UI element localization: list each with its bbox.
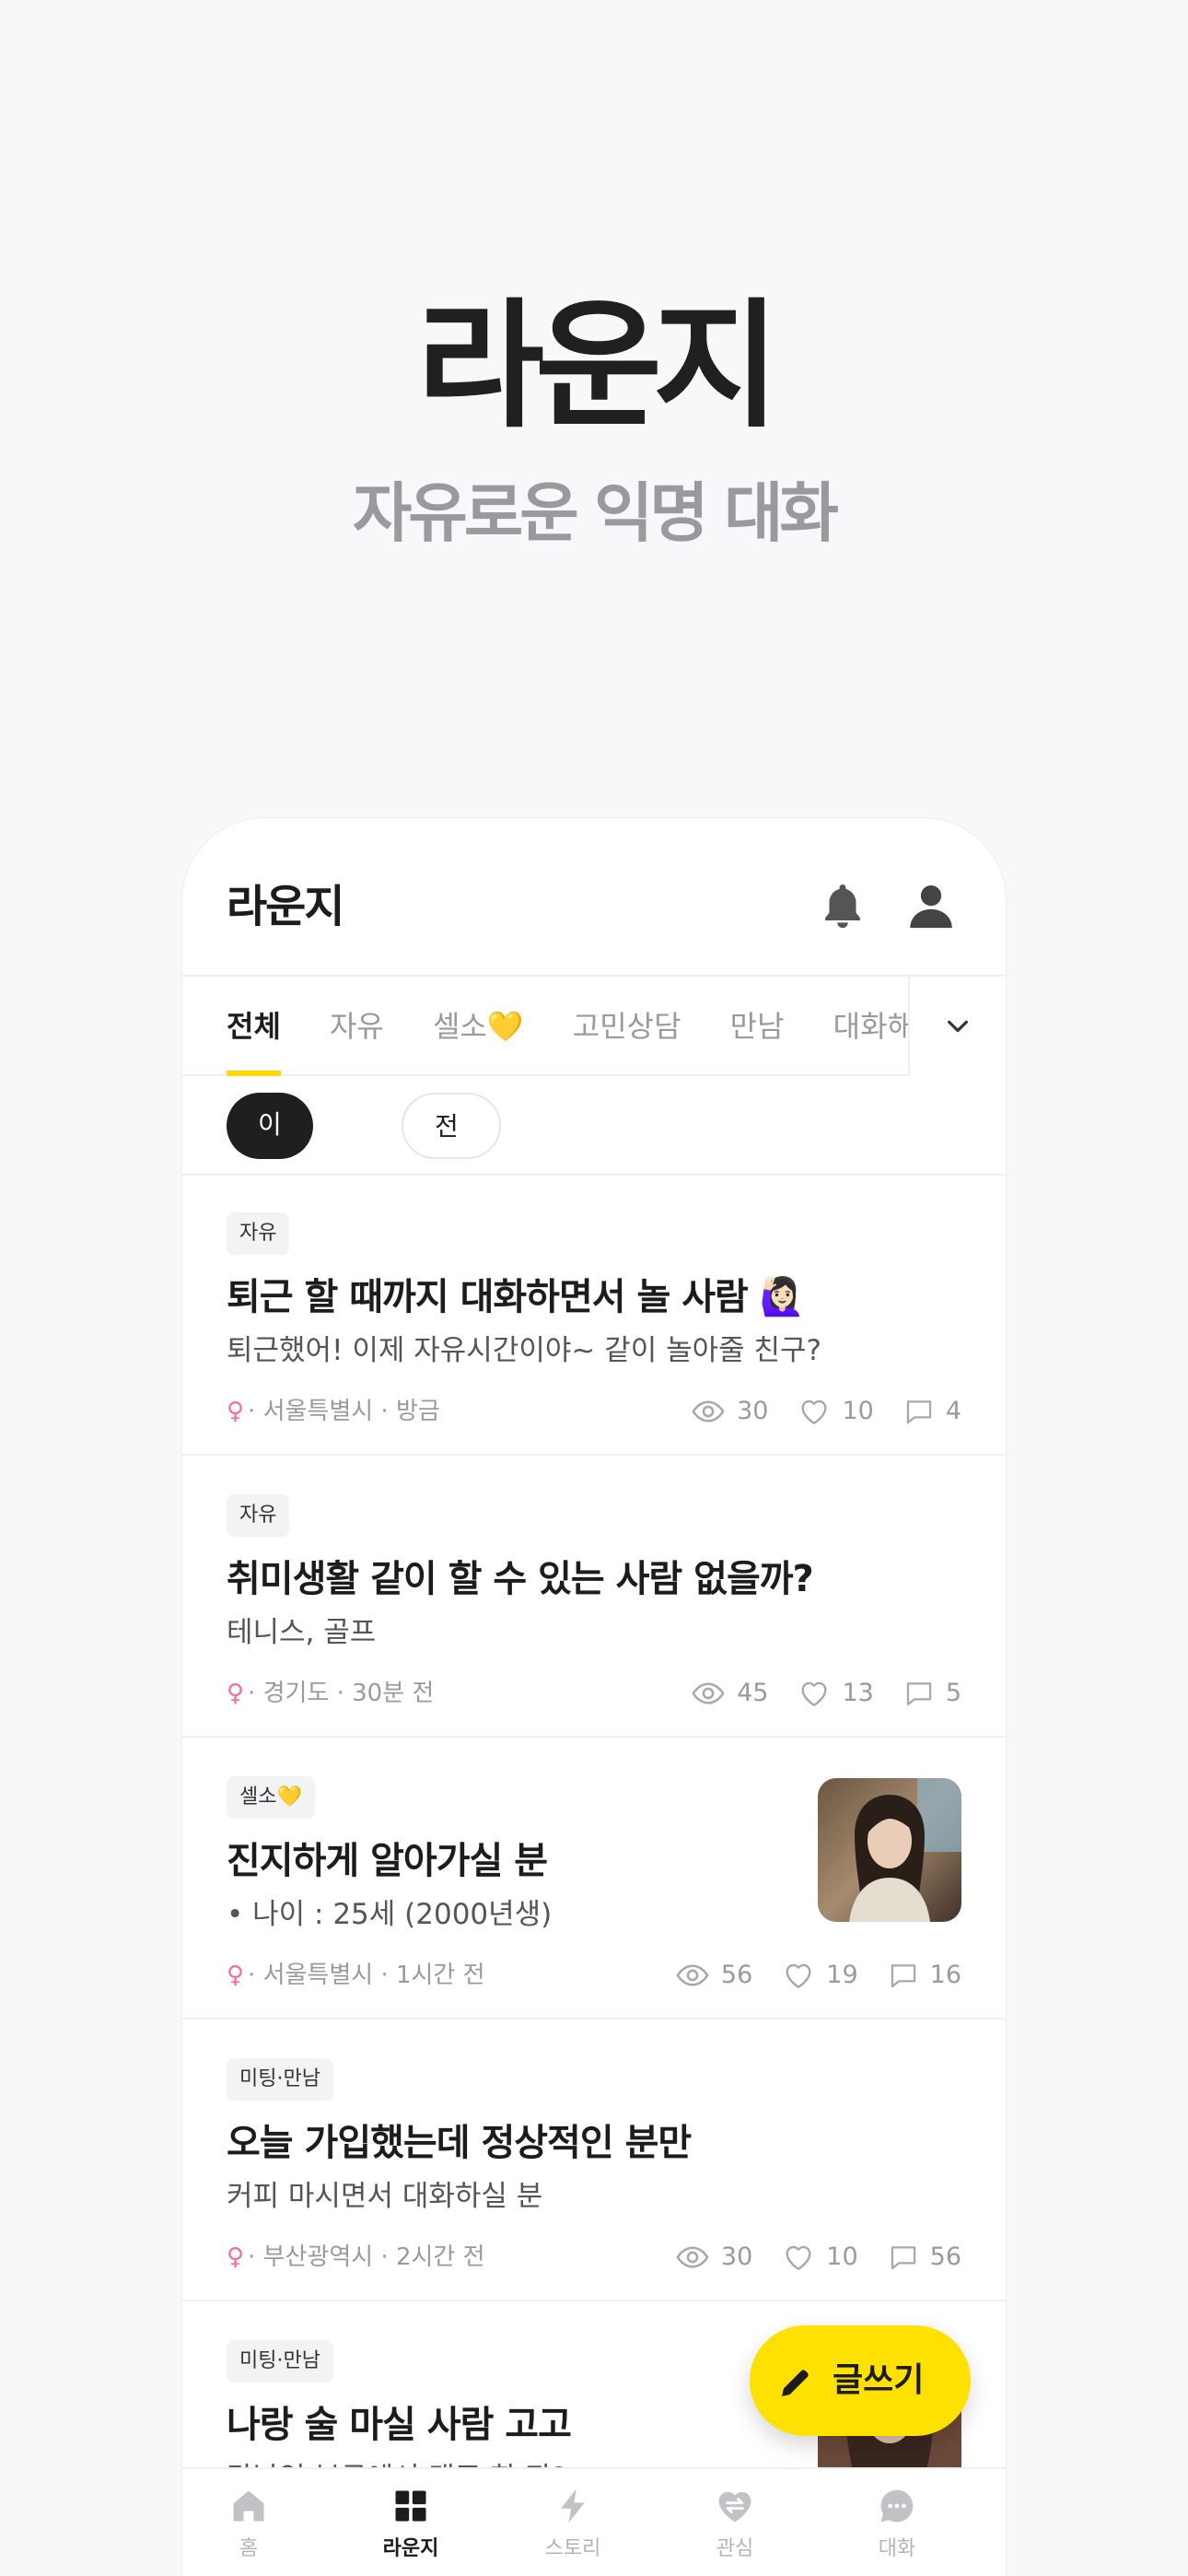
post-stats: 56 19 16 (646, 1957, 961, 1994)
category-tabs: 전체 자유 셀소💛 고민상담 만남 대화해요 (182, 975, 1006, 1076)
post-stats: 30 10 56 (646, 2239, 961, 2276)
tab-meeting[interactable]: 만남 (730, 977, 785, 1076)
comment-count: 56 (888, 2239, 961, 2276)
location-time: · 서울특별시 · 방금 (248, 1398, 440, 1425)
nav-label: 대화 (878, 2537, 916, 2560)
post-title: 퇴근 할 때까지 대화하면서 놀 사람 🙋🏻‍♀️ (227, 1276, 806, 1318)
pencil-icon (782, 2370, 809, 2396)
profile-icon[interactable] (904, 879, 958, 932)
category-badge: 미팅·만남 (227, 2058, 333, 2101)
heart-exchange-icon (718, 2491, 751, 2523)
like-count: 19 (782, 1957, 858, 1994)
eye-icon (676, 2246, 709, 2268)
region-filter-chip[interactable]: 전체 지역 (402, 1093, 501, 1391)
chat-icon (880, 2489, 914, 2523)
comment-count: 5 (903, 1675, 961, 1712)
app-header: 라운지 (182, 818, 1006, 975)
tab-self-intro[interactable]: 셀소💛 (433, 977, 524, 1076)
post-meta: ♀ · 부산광역시 · 2시간 전 (227, 2239, 485, 2276)
like-count: 10 (798, 1393, 874, 1430)
bell-icon[interactable] (816, 879, 869, 932)
phone-frame: 라운지 전체 자유 셀소💛 고민상담 만남 대화해요 (182, 818, 1006, 2576)
post-meta: ♀ · 서울특별시 · 1시간 전 (227, 1957, 485, 1994)
post-meta: ♀ · 경기도 · 30분 전 (227, 1675, 434, 1712)
nav-label: 라운지 (382, 2537, 439, 2560)
eye-icon (676, 1964, 709, 1986)
eye-icon (692, 1400, 725, 1423)
comment-icon (891, 2246, 915, 2270)
nav-label: 관심 (716, 2537, 754, 2560)
app-title: 라운지 (227, 881, 344, 932)
heart-icon (786, 1963, 811, 1988)
fab-label: 글쓰기 (833, 2361, 925, 2399)
post-title: 나랑 술 마실 사람 고고 (227, 2404, 572, 2446)
location-time: · 경기도 · 30분 전 (248, 1680, 435, 1707)
post-card[interactable]: 자유 취미생활 같이 할 수 있는 사람 없을까? 테니스, 골프 ♀ · 경기도… (182, 1458, 1006, 1738)
female-icon: ♀ (227, 1680, 245, 1707)
heart-icon (801, 1681, 827, 1706)
home-icon (233, 2490, 264, 2522)
female-icon: ♀ (227, 1398, 245, 1425)
nav-label: 홈 (239, 2537, 259, 2560)
bottom-nav: 홈 라운지 스토리 관심 대화 (182, 2467, 1006, 2576)
write-post-button[interactable]: 글쓰기 (750, 2325, 971, 2436)
post-card[interactable]: 미팅·만남 오늘 가입했는데 정상적인 분만 커피 마시면서 대화하실 분 ♀ ·… (182, 2021, 1006, 2301)
like-count: 10 (782, 2239, 858, 2276)
post-preview: 테니스, 골프 (227, 1616, 377, 1649)
post-preview: 커피 마시면서 대화하실 분 (227, 2180, 543, 2213)
female-icon: ♀ (227, 1961, 245, 1989)
hero-subtitle: 자유로운 익명 대화 (353, 475, 839, 551)
comment-count: 16 (888, 1957, 961, 1994)
view-count: 45 (691, 1675, 768, 1712)
like-count: 13 (798, 1675, 874, 1712)
nav-item-story[interactable]: 스토리 (508, 2486, 637, 2561)
nav-item-interest[interactable]: 관심 (670, 2486, 799, 2561)
post-preview: • 나이 : 25세 (2000년생) (227, 1898, 553, 1931)
view-count: 56 (675, 1957, 752, 1994)
opposite-sex-filter-chip[interactable]: 이성 글만 (227, 1093, 313, 1333)
category-badge: 자유 (227, 1494, 290, 1537)
nav-item-home[interactable]: 홈 (184, 2486, 313, 2561)
comment-icon (891, 1964, 915, 1988)
comment-icon (906, 1400, 931, 1424)
nav-item-lounge[interactable]: 라운지 (346, 2486, 475, 2561)
hero-title: 라운지 (416, 287, 780, 447)
heart-icon (786, 2245, 811, 2270)
tab-counsel[interactable]: 고민상담 (573, 977, 681, 1076)
post-title: 진지하게 알아가실 분 (227, 1840, 548, 1882)
chevron-down-icon (948, 1020, 968, 1033)
tab-all[interactable]: 전체 (227, 977, 281, 1076)
tab-talk[interactable]: 대화해요 (833, 977, 908, 1076)
location-time: · 부산광역시 · 2시간 전 (248, 2243, 485, 2271)
location-time: · 서울특별시 · 1시간 전 (248, 1961, 485, 1989)
heart-icon (801, 1399, 827, 1424)
eye-icon (692, 1682, 725, 1704)
tabs-expand-button[interactable] (908, 977, 1006, 1076)
post-stats: 30 10 4 (661, 1393, 961, 1430)
post-card[interactable]: 셀소💛 진지하게 알아가실 분 • 나이 : 25세 (2000년생) ♀ · 서… (182, 1739, 1006, 2020)
female-icon: ♀ (227, 2243, 245, 2271)
post-preview: 퇴근했어! 이제 자유시간이야~ 같이 놀아줄 친구? (227, 1334, 822, 1367)
category-badge: 자유 (227, 1212, 290, 1255)
post-title: 취미생활 같이 할 수 있는 사람 없을까? (227, 1558, 814, 1600)
post-thumbnail[interactable] (818, 1778, 961, 1922)
view-count: 30 (675, 2239, 752, 2276)
post-stats: 45 13 5 (661, 1675, 961, 1712)
comment-icon (906, 1682, 931, 1706)
view-count: 30 (691, 1393, 768, 1430)
nav-item-chat[interactable]: 대화 (833, 2486, 961, 2561)
category-badge: 미팅·만남 (227, 2340, 333, 2383)
post-card[interactable]: 자유 퇴근 할 때까지 대화하면서 놀 사람 🙋🏻‍♀️ 퇴근했어! 이제 자유… (182, 1176, 1006, 1456)
post-title: 오늘 가입했는데 정상적인 분만 (227, 2122, 692, 2164)
post-meta: ♀ · 서울특별시 · 방금 (227, 1393, 440, 1430)
grid-icon (395, 2490, 426, 2522)
category-badge: 셀소💛 (227, 1776, 315, 1819)
comment-count: 4 (903, 1393, 961, 1430)
lightning-icon (561, 2488, 585, 2523)
tab-free[interactable]: 자유 (330, 977, 384, 1076)
nav-label: 스토리 (544, 2537, 601, 2560)
